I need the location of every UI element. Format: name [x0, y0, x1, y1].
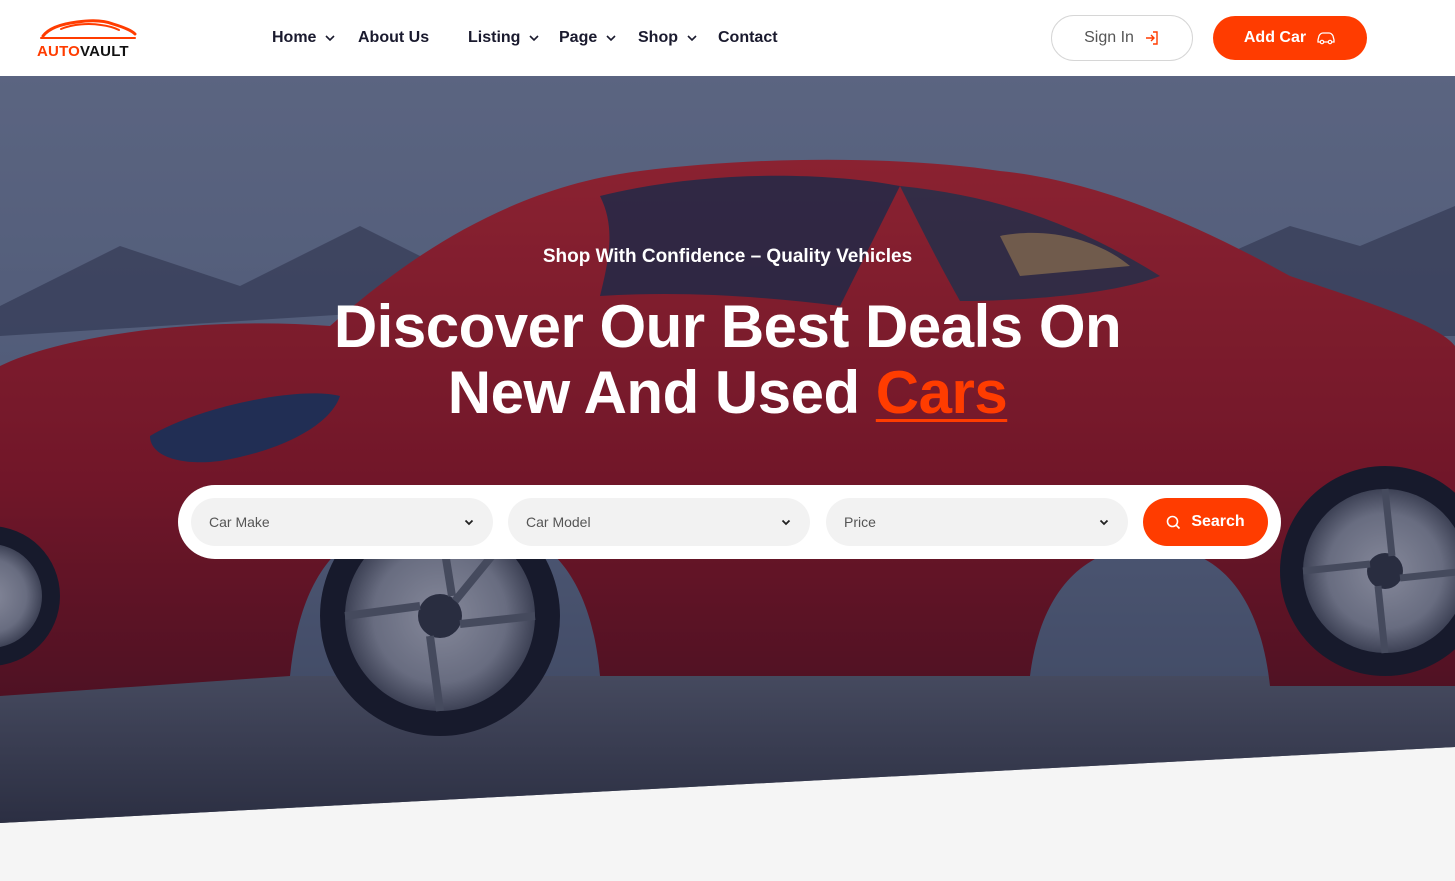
chevron-down-icon — [464, 519, 474, 526]
brand-name: AUTOVAULT — [37, 43, 129, 60]
car-icon — [1317, 32, 1335, 45]
chevron-down-icon — [687, 35, 697, 42]
site-header: AUTOVAULT Home About Us Listing Page Sho… — [0, 0, 1455, 76]
nav-item-listing[interactable]: Listing — [468, 27, 540, 49]
hero-eyebrow: Shop With Confidence – Quality Vehicles — [542, 246, 913, 267]
headline-accent-word: Cars — [875, 359, 1008, 426]
search-icon — [1167, 515, 1181, 529]
search-button[interactable]: Search — [1143, 498, 1268, 546]
chevron-down-icon — [529, 35, 540, 42]
chevron-down-icon — [1099, 519, 1109, 526]
hero-overlay — [0, 76, 1455, 823]
headline-line-2: New And Used Cars — [0, 360, 1455, 426]
car-make-select[interactable]: Car Make — [191, 498, 493, 546]
nav-item-label: Shop — [638, 29, 678, 46]
nav-item-label: Page — [559, 29, 598, 46]
brand-name-part2: VAULT — [80, 43, 129, 60]
chevron-down-icon — [781, 519, 791, 526]
hero-section: Shop With Confidence – Quality Vehicles … — [0, 76, 1455, 823]
car-model-label: Car Model — [526, 514, 591, 530]
nav-item-contact[interactable]: Contact — [718, 27, 778, 49]
nav-item-shop[interactable]: Shop — [638, 27, 698, 49]
sign-in-icon — [1145, 31, 1158, 45]
price-label: Price — [844, 514, 876, 530]
nav-item-label: About Us — [358, 29, 430, 46]
nav-item-label: Listing — [468, 29, 521, 46]
add-car-button[interactable]: Add Car — [1213, 16, 1367, 60]
nav-item-page[interactable]: Page — [559, 27, 617, 49]
nav-item-label: Home — [272, 29, 317, 46]
car-search-bar: Car Make Car Model Price Search — [178, 485, 1281, 559]
nav-item-home[interactable]: Home — [272, 27, 336, 49]
add-car-label: Add Car — [1243, 29, 1307, 46]
sign-in-label: Sign In — [1084, 29, 1134, 46]
nav-item-about[interactable]: About Us — [358, 27, 429, 49]
headline-line-2-prefix: New And Used — [447, 359, 876, 426]
chevron-down-icon — [606, 35, 616, 42]
search-button-label: Search — [1191, 513, 1245, 530]
nav-item-label: Contact — [718, 29, 778, 46]
brand-logo[interactable]: AUTOVAULT — [37, 16, 141, 62]
brand-name-part1: AUTO — [37, 43, 81, 60]
price-select[interactable]: Price — [826, 498, 1128, 546]
car-logo-icon — [40, 19, 137, 39]
hero-headline: Discover Our Best Deals On New And Used … — [0, 294, 1455, 426]
chevron-down-icon — [325, 35, 336, 42]
sign-in-button[interactable]: Sign In — [1051, 15, 1193, 61]
car-model-select[interactable]: Car Model — [508, 498, 810, 546]
headline-line-1: Discover Our Best Deals On — [333, 293, 1122, 360]
car-make-label: Car Make — [209, 514, 270, 530]
